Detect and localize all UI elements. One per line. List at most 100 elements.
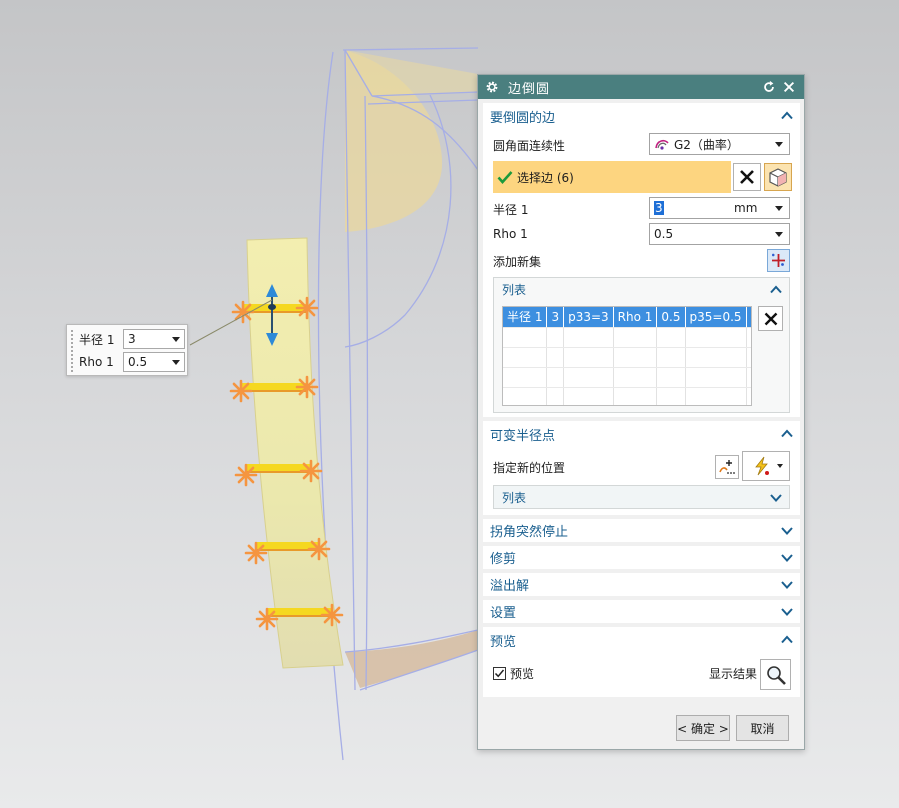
deselect-button[interactable] — [733, 163, 761, 191]
group-header-corner-stop[interactable]: 拐角突然停止 — [483, 519, 800, 542]
group-preview: 预览 预览 显示结果 — [483, 627, 800, 697]
chevron-down-icon[interactable] — [775, 206, 783, 211]
edges-list-table[interactable]: 半径 1 3 p33=3 Rho 1 0.5 p35=0.5 — [502, 306, 752, 406]
table-row[interactable]: 半径 1 3 p33=3 Rho 1 0.5 p35=0.5 — [503, 307, 751, 328]
cube-icon — [769, 168, 787, 187]
table-cell — [503, 347, 548, 368]
dialog-title: 边倒圆 — [508, 81, 551, 97]
chevron-down-icon[interactable] — [770, 493, 782, 502]
variable-radius-list-header[interactable]: 列表 — [494, 486, 789, 508]
group-header-overflow[interactable]: 溢出解 — [483, 573, 800, 596]
table-cell — [563, 387, 614, 405]
drag-grip[interactable] — [70, 329, 75, 372]
table-cell — [685, 387, 747, 405]
table-cell — [685, 347, 747, 368]
remove-row-button[interactable] — [758, 306, 783, 331]
dialog-title-bar[interactable]: 边倒圆 — [478, 75, 804, 99]
radius-value: 3 — [654, 201, 664, 215]
table-cell — [546, 327, 565, 348]
table-cell — [746, 347, 751, 368]
ok-button[interactable]: < 确定 > — [676, 715, 730, 741]
rho-field[interactable]: 0.5 — [649, 223, 790, 245]
solid-body-button[interactable] — [764, 163, 792, 191]
group-header-settings[interactable]: 设置 — [483, 600, 800, 623]
gear-icon — [486, 81, 498, 93]
group-title-trim: 修剪 — [490, 552, 517, 567]
radius-unit: mm — [734, 201, 758, 215]
add-set-button[interactable] — [767, 249, 790, 272]
point-snap-dropdown[interactable] — [742, 451, 790, 481]
continuity-label: 圆角面连续性 — [493, 139, 566, 153]
chevron-down-icon[interactable] — [781, 607, 793, 616]
group-header-edges[interactable]: 要倒圆的边 — [483, 103, 800, 129]
add-set-icon — [772, 253, 785, 267]
show-result-label: 显示结果 — [709, 667, 758, 681]
radius-field[interactable]: 3 mm — [649, 197, 790, 219]
x-icon — [764, 312, 777, 325]
osi-radius-field[interactable]: 3 — [123, 329, 185, 349]
table-row[interactable] — [503, 327, 751, 348]
chevron-up-icon[interactable] — [770, 285, 782, 294]
group-header-variable-radius[interactable]: 可变半径点 — [483, 421, 800, 447]
group-trim[interactable]: 修剪 — [483, 546, 800, 569]
osi-rho-field[interactable]: 0.5 — [123, 352, 185, 372]
table-cell — [503, 367, 548, 388]
group-title-preview: 预览 — [490, 634, 517, 650]
chevron-up-icon[interactable] — [781, 635, 793, 644]
table-cell: 半径 1 — [503, 307, 548, 328]
chevron-down-icon[interactable] — [775, 232, 783, 237]
table-cell — [613, 367, 658, 388]
table-cell — [613, 347, 658, 368]
table-cell — [563, 327, 614, 348]
specify-location-label: 指定新的位置 — [493, 461, 566, 475]
group-header-trim[interactable]: 修剪 — [483, 546, 800, 569]
select-edge-bar[interactable]: 选择边 (6) — [493, 161, 731, 193]
group-header-preview[interactable]: 预览 — [483, 627, 800, 653]
chevron-down-icon[interactable] — [777, 464, 783, 468]
chevron-down-icon[interactable] — [172, 360, 180, 365]
table-cell: 0.5 — [656, 307, 686, 328]
onscreen-input-box[interactable]: 半径 1 3 Rho 1 0.5 — [66, 324, 188, 376]
preview-checkbox[interactable] — [493, 667, 506, 680]
rho-label: Rho 1 — [493, 227, 528, 241]
dialog-footer: < 确定 > 取消 — [478, 709, 804, 749]
chevron-up-icon[interactable] — [781, 429, 793, 438]
reset-icon[interactable] — [762, 80, 776, 94]
table-cell — [563, 347, 614, 368]
group-overflow[interactable]: 溢出解 — [483, 573, 800, 596]
chevron-down-icon[interactable] — [781, 526, 793, 535]
table-cell — [546, 347, 565, 368]
chevron-down-icon[interactable] — [781, 580, 793, 589]
table-cell: p35=0.5 — [685, 307, 747, 328]
shaded-surface-top — [342, 50, 478, 232]
chevron-down-icon[interactable] — [781, 553, 793, 562]
edges-list-header[interactable]: 列表 — [494, 278, 789, 300]
table-cell — [613, 387, 658, 405]
table-row[interactable] — [503, 347, 751, 368]
variable-radius-list-panel[interactable]: 列表 — [493, 485, 790, 509]
close-icon[interactable] — [782, 80, 796, 94]
show-result-button[interactable] — [760, 659, 791, 690]
asterisk-marker — [295, 375, 319, 399]
edges-list-title: 列表 — [502, 282, 527, 297]
asterisk-marker — [320, 603, 344, 627]
group-settings[interactable]: 设置 — [483, 600, 800, 623]
preview-checkbox-row[interactable]: 预览 — [493, 665, 534, 682]
continuity-dropdown[interactable]: G2（曲率） — [649, 133, 790, 155]
table-cell — [685, 367, 747, 388]
group-title-overflow: 溢出解 — [490, 579, 530, 594]
chevron-down-icon[interactable] — [775, 142, 783, 147]
point-dialog-button[interactable] — [715, 455, 739, 479]
table-cell — [656, 367, 686, 388]
table-cell — [746, 387, 751, 405]
cancel-button[interactable]: 取消 — [736, 715, 789, 741]
magnifier-icon — [766, 665, 786, 685]
table-row[interactable] — [503, 367, 751, 388]
check-icon — [497, 171, 513, 184]
chevron-up-icon[interactable] — [781, 111, 793, 120]
dialog-content: 要倒圆的边 圆角面连续性 G2（曲率） 选择边 (6) 半径 1 3 mm Rh… — [483, 103, 800, 701]
chevron-down-icon[interactable] — [172, 337, 180, 342]
table-row[interactable] — [503, 387, 751, 405]
group-corner-stop[interactable]: 拐角突然停止 — [483, 519, 800, 542]
table-cell — [656, 327, 686, 348]
